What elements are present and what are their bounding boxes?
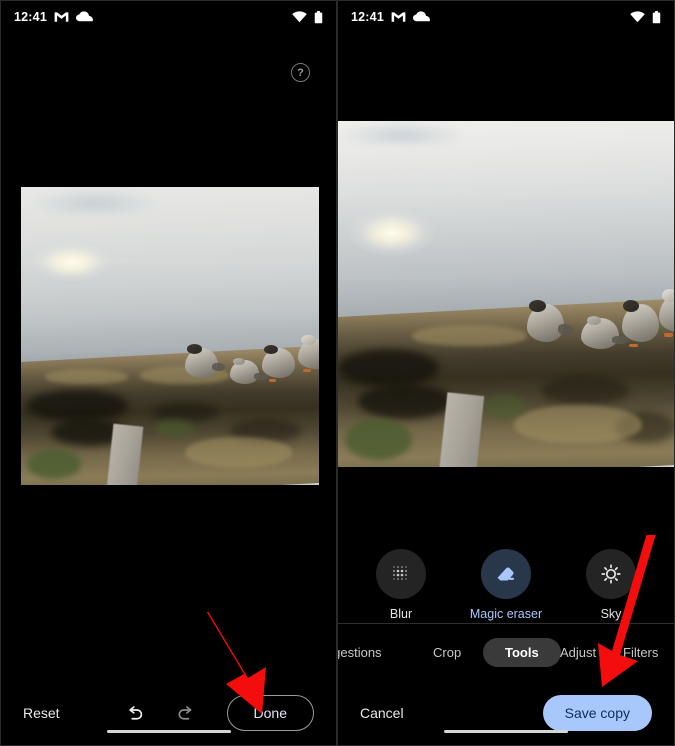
goose — [298, 334, 319, 373]
tool-magic-eraser-circle[interactable] — [481, 549, 531, 599]
right-phone-panel: 12:41 Blur Magic eraser Sky estions Crop… — [337, 0, 675, 746]
water-streak — [338, 273, 674, 278]
tool-sky[interactable]: Sky — [571, 549, 651, 621]
goose-head — [662, 288, 674, 302]
concrete-path — [438, 392, 485, 467]
status-bar-clock: 12:41 — [351, 10, 384, 24]
sun-icon — [601, 564, 621, 584]
save-copy-button[interactable]: Save copy — [542, 695, 652, 731]
tool-magic-eraser[interactable]: Magic eraser — [466, 549, 546, 621]
status-bar-right-group — [630, 10, 661, 24]
status-bar-right: 12:41 — [338, 1, 674, 33]
goose — [262, 344, 296, 382]
goose-foot — [663, 332, 674, 337]
goose — [229, 357, 267, 384]
goose — [184, 344, 225, 378]
status-bar-left-group: 12:41 — [14, 10, 93, 24]
grass-tuft — [513, 404, 643, 443]
battery-icon — [314, 10, 323, 23]
goose — [621, 300, 660, 348]
water-streak — [21, 309, 319, 314]
screenshot-root: 12:41 ? Reset Done 12:41 Blur Magic eras… — [0, 0, 675, 746]
eraser-icon — [497, 567, 514, 581]
reset-button[interactable]: Reset — [23, 705, 60, 721]
tab-tools[interactable]: Tools — [483, 638, 561, 667]
grass-tuft — [44, 368, 129, 384]
goose-tail — [212, 363, 225, 372]
photo-scene — [338, 121, 674, 467]
goose-foot — [628, 343, 638, 348]
right-bottom-bar: Cancel Save copy — [338, 681, 674, 745]
tab-suggestions[interactable]: Suggestions — [338, 638, 382, 667]
gmail-icon — [54, 12, 69, 22]
green-vegetation — [26, 449, 81, 480]
goose-head — [186, 344, 202, 354]
tool-sky-circle[interactable] — [586, 549, 636, 599]
home-indicator — [106, 729, 231, 733]
wifi-icon — [630, 11, 645, 23]
green-vegetation — [479, 394, 528, 419]
tool-sky-label: Sky — [600, 607, 622, 621]
cloud-icon — [75, 11, 93, 22]
goose — [581, 315, 629, 350]
tab-crop[interactable]: Crop — [433, 638, 461, 667]
tool-blur-circle[interactable] — [376, 549, 426, 599]
wifi-icon — [292, 11, 307, 23]
status-bar-right-group — [292, 10, 323, 24]
grass-tuft — [184, 437, 293, 468]
cloud-icon — [412, 11, 430, 22]
tool-magic-eraser-label: Magic eraser — [469, 607, 543, 621]
green-vegetation — [344, 418, 413, 461]
status-bar-left: 12:41 — [1, 1, 336, 33]
dirt-patch — [152, 401, 218, 423]
dirt-patch — [358, 383, 453, 419]
photo-preview-left[interactable] — [21, 187, 319, 485]
redo-arrow-icon[interactable] — [175, 703, 196, 724]
cancel-button[interactable]: Cancel — [360, 705, 404, 721]
goose-tail — [558, 324, 574, 335]
gmail-icon — [391, 12, 406, 22]
goose-foot — [268, 378, 277, 382]
blur-dots-icon — [392, 566, 408, 580]
status-bar-clock: 12:41 — [14, 10, 47, 24]
goose-head — [301, 334, 316, 345]
goose-head — [233, 357, 246, 366]
water-streak — [338, 190, 674, 196]
tab-adjust[interactable]: Adjust — [560, 638, 596, 667]
tool-blur[interactable]: Blur — [361, 549, 441, 621]
status-bar-left-group: 12:41 — [351, 10, 430, 24]
home-indicator — [444, 729, 568, 733]
left-bottom-bar: Reset Done — [1, 681, 336, 745]
done-button[interactable]: Done — [226, 695, 314, 731]
water-streak — [21, 258, 319, 264]
sky-wisp — [29, 187, 162, 214]
tool-blur-label: Blur — [389, 607, 413, 621]
tab-filters[interactable]: Filters — [623, 638, 658, 667]
dirt-patch — [540, 377, 629, 405]
help-icon[interactable]: ? — [291, 63, 310, 82]
left-phone-panel: 12:41 ? Reset Done — [0, 0, 337, 746]
undo-arrow-icon[interactable] — [124, 703, 145, 724]
goose-head — [528, 299, 546, 312]
tools-row: Blur Magic eraser Sky — [338, 549, 674, 621]
editor-tab-bar: Suggestions Crop Tools Adjust Filters — [338, 623, 674, 681]
goose — [527, 299, 574, 343]
battery-icon — [652, 10, 661, 23]
photo-scene — [21, 187, 319, 485]
grass-tuft — [412, 325, 528, 346]
sky-wisp — [338, 121, 467, 146]
photo-preview-right[interactable] — [338, 121, 674, 467]
undo-redo-group — [124, 703, 196, 724]
goose — [659, 288, 674, 337]
goose-foot — [302, 369, 311, 373]
